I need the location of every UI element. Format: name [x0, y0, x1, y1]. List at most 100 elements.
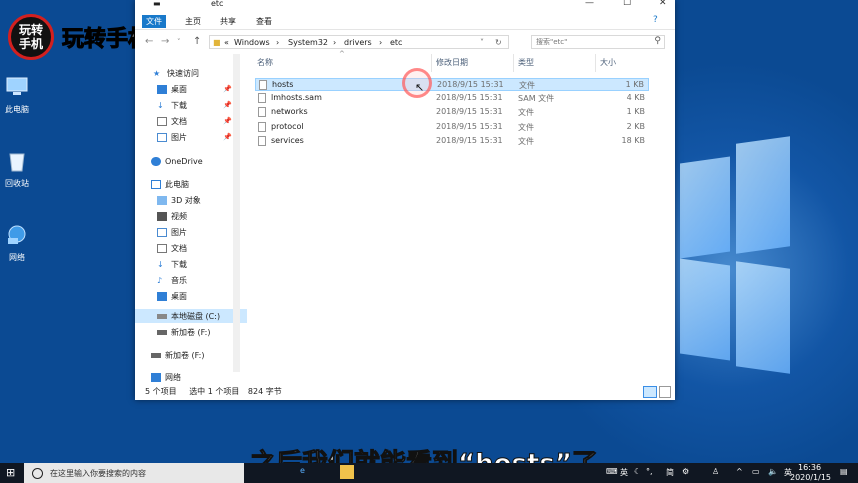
sidebar-item-music[interactable]: ♪ 音乐: [135, 273, 263, 287]
file-date: 2018/9/15 15:31: [436, 122, 503, 131]
edge-browser-icon[interactable]: e: [300, 466, 305, 475]
breadcrumb-etc[interactable]: etc: [390, 38, 402, 47]
keyboard-icon[interactable]: ⌨: [606, 467, 618, 476]
chevron-up-icon[interactable]: ^: [736, 467, 743, 476]
star-icon: ★: [153, 68, 161, 78]
sidebar-item-downloads-pc[interactable]: ↓ 下载: [135, 257, 263, 271]
desktop-icon-recycle-bin[interactable]: 回收站: [2, 150, 32, 189]
file-row-protocol[interactable]: protocol 2018/9/15 15:31 文件 2 KB: [255, 121, 649, 134]
sidebar-item-downloads[interactable]: ↓ 下载 📌: [135, 98, 263, 112]
file-date: 2018/9/15 15:31: [437, 80, 504, 89]
column-header-date[interactable]: 修改日期: [436, 57, 468, 68]
minimize-button[interactable]: —: [585, 0, 594, 8]
volume-icon[interactable]: 🔈: [768, 467, 778, 476]
breadcrumb-drivers[interactable]: drivers: [344, 38, 372, 47]
desktop-folder-icon: [157, 84, 167, 94]
file-explorer-taskbar-icon[interactable]: [340, 465, 354, 479]
sidebar-item-desktop[interactable]: 桌面 📌: [135, 82, 263, 96]
file-icon: [259, 80, 267, 90]
sidebar-item-new-volume-f[interactable]: 新加卷 (F:): [135, 325, 263, 339]
drive-icon: [157, 329, 167, 335]
file-size: 1 KB: [626, 107, 645, 116]
desktop-icon-this-pc[interactable]: 此电脑: [2, 76, 32, 115]
refresh-icon[interactable]: ↻: [495, 38, 502, 47]
breadcrumb-prefix[interactable]: «: [224, 38, 229, 47]
chevron-right-icon: ›: [333, 38, 337, 47]
file-icon: [258, 107, 266, 117]
sidebar-item-label: 文档: [171, 243, 187, 253]
sidebar-item-videos[interactable]: 视频: [135, 209, 263, 223]
chevron-down-icon[interactable]: ˅: [480, 38, 484, 47]
search-icon[interactable]: ⚲: [654, 36, 661, 46]
sidebar-item-label: 图片: [171, 132, 187, 142]
file-row-lmhosts[interactable]: lmhosts.sam 2018/9/15 15:31 SAM 文件 4 KB: [255, 92, 649, 105]
search-input[interactable]: [534, 37, 648, 47]
column-header-size[interactable]: 大小: [600, 57, 616, 68]
file-size: 1 KB: [625, 80, 644, 89]
sidebar-item-documents-pc[interactable]: 文档: [135, 241, 263, 255]
sidebar-item-local-disk-c[interactable]: 本地磁盘 (C:): [135, 309, 247, 323]
file-row-hosts[interactable]: hosts 2018/9/15 15:31 文件 1 KB: [255, 78, 649, 91]
people-icon[interactable]: ♙: [712, 467, 719, 476]
video-subtitle: 之后我们就能看到“hosts”了: [250, 443, 599, 464]
close-button[interactable]: ✕: [659, 0, 667, 8]
breadcrumb-windows[interactable]: Windows: [234, 38, 270, 47]
forward-arrow-icon[interactable]: →: [161, 36, 169, 47]
sidebar-item-pictures-pc[interactable]: 图片: [135, 225, 263, 239]
recycle-bin-icon: [9, 153, 25, 172]
file-explorer-window: ▬ etc — ☐ ✕ 文件 主页 共享 查看 ? ← → ˅ ↑ ■ « Wi…: [135, 0, 675, 400]
sidebar-item-3d-objects[interactable]: 3D 对象: [135, 193, 263, 207]
maximize-button[interactable]: ☐: [623, 0, 631, 8]
windows-logo-wallpaper: [680, 136, 790, 374]
column-header-name[interactable]: 名称: [257, 57, 273, 68]
pin-icon: 📌: [223, 85, 232, 93]
back-arrow-icon[interactable]: ←: [145, 36, 153, 47]
sidebar-item-documents[interactable]: 文档 📌: [135, 114, 263, 128]
clock-time[interactable]: 16:36: [798, 463, 821, 472]
large-icons-view-icon[interactable]: [659, 386, 671, 398]
network-status-icon[interactable]: ▭: [752, 467, 760, 476]
music-icon: ♪: [157, 275, 163, 285]
file-row-services[interactable]: services 2018/9/15 15:31 文件 18 KB: [255, 135, 649, 148]
settings-gear-icon[interactable]: ⚙: [682, 467, 689, 476]
sidebar-item-label: 视频: [171, 211, 187, 221]
ime-mode[interactable]: 简: [666, 467, 674, 478]
taskbar-search-placeholder: 在这里输入你要搜索的内容: [50, 469, 146, 478]
sidebar-item-desktop-pc[interactable]: 桌面: [135, 289, 263, 303]
file-type: 文件: [518, 123, 534, 132]
file-name: protocol: [271, 122, 304, 131]
file-row-networks[interactable]: networks 2018/9/15 15:31 文件 1 KB: [255, 106, 649, 119]
column-header-type[interactable]: 类型: [518, 57, 534, 68]
taskbar-search-box[interactable]: 在这里输入你要搜索的内容: [24, 463, 244, 483]
sidebar-item-quick-access[interactable]: ★ 快速访问: [135, 66, 259, 80]
search-box[interactable]: ⚲: [531, 35, 665, 49]
punctuation-icon[interactable]: °,: [646, 467, 653, 476]
notification-icon[interactable]: ▤: [840, 467, 848, 476]
sidebar-item-network[interactable]: 网络: [135, 370, 257, 384]
navigation-scrollbar[interactable]: [233, 54, 240, 372]
sidebar-item-label: 桌面: [171, 291, 187, 301]
tab-home[interactable]: 主页: [181, 15, 205, 28]
desktop-icon-network[interactable]: 网络: [2, 224, 32, 263]
recent-locations-icon[interactable]: ˅: [177, 38, 181, 46]
sidebar-item-label: 文档: [171, 116, 187, 126]
file-size: 18 KB: [621, 136, 645, 145]
up-arrow-icon[interactable]: ↑: [193, 36, 201, 47]
tab-file[interactable]: 文件: [142, 15, 166, 28]
clock-date[interactable]: 2020/1/15: [790, 473, 831, 482]
breadcrumb-system32[interactable]: System32: [288, 38, 328, 47]
ime-language[interactable]: 英: [620, 467, 628, 478]
tab-view[interactable]: 查看: [252, 15, 276, 28]
details-view-icon[interactable]: [643, 386, 657, 398]
tab-share[interactable]: 共享: [216, 15, 240, 28]
cloud-icon: [151, 156, 161, 166]
sidebar-item-pictures[interactable]: 图片 📌: [135, 130, 263, 144]
address-bar[interactable]: ■ « Windows › System32 › drivers › etc ˅…: [209, 35, 509, 49]
start-windows-icon[interactable]: ⊞: [6, 466, 15, 479]
navigation-pane: ★ 快速访问 桌面 📌 ↓ 下载 📌 文档 📌 图片 📌 OneDrive 此电脑 3D 对…: [135, 54, 247, 382]
moon-icon[interactable]: ☾: [634, 467, 641, 476]
document-icon: [157, 116, 167, 126]
file-date: 2018/9/15 15:31: [436, 93, 503, 102]
pin-icon: 📌: [223, 117, 232, 125]
help-icon[interactable]: ?: [653, 15, 658, 25]
